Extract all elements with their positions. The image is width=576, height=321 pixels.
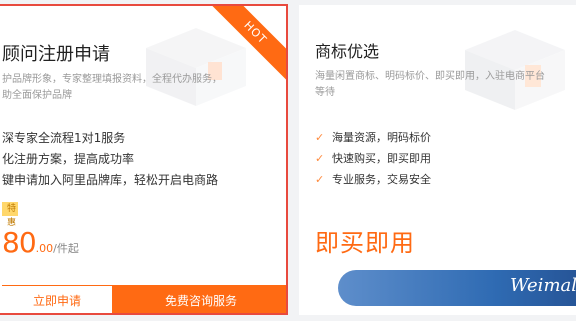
price-decimal: .00: [35, 242, 54, 255]
check-icon: ✓: [315, 152, 325, 165]
feature-item: ✓ 海量资源，明码标价: [315, 127, 431, 148]
card-description: 海量闲置商标、明码标价、即买即用，入驻电商平台 等待: [315, 69, 576, 101]
card-headline: 即买即用: [315, 229, 415, 257]
card-description: 护品牌形象，专家整理填报资料，全程代办服务， 助全面保护品牌: [2, 72, 242, 104]
feature-item: ✓ 快速购买，即买即用: [315, 148, 431, 169]
feature-item: 键申请加入阿里品牌库，轻松开启电商路: [2, 173, 219, 187]
description-line: 海量闲置商标、明码标价、即买即用，入驻电商平台: [315, 71, 545, 82]
price: 80.00/件起: [2, 226, 79, 259]
watermark-text: Weimal: [510, 275, 576, 296]
trademark-selection-card[interactable]: 商标优选 海量闲置商标、明码标价、即买即用，入驻电商平台 等待 ✓ 海量资源，明…: [299, 5, 576, 315]
feature-text: 快速购买，即买即用: [332, 152, 431, 165]
feature-item: ✓ 专业服务，交易安全: [315, 169, 431, 190]
feature-list: ✓ 海量资源，明码标价 ✓ 快速购买，即买即用 ✓ 专业服务，交易安全: [315, 127, 431, 190]
description-line: 助全面保护品牌: [2, 90, 72, 101]
feature-text: 海量资源，明码标价: [332, 131, 431, 144]
description-line: 等待: [315, 87, 335, 98]
check-icon: ✓: [315, 173, 325, 186]
feature-text: 专业服务，交易安全: [332, 173, 431, 186]
card-title: 商标优选: [315, 42, 380, 61]
card-title: 顾问注册申请: [2, 44, 110, 65]
promo-badge: 特惠: [2, 202, 18, 228]
free-consult-button[interactable]: 免费咨询服务: [112, 285, 286, 313]
watermark-banner: Weimal: [338, 270, 576, 306]
service-cards-panel: HOT 顾问注册申请 护品牌形象，专家整理填报资料，全程代办服务， 助全面保护品…: [0, 0, 576, 321]
feature-item: 深专家全流程1对1服务: [2, 131, 126, 145]
trademark-consultant-card[interactable]: HOT 顾问注册申请 护品牌形象，专家整理填报资料，全程代办服务， 助全面保护品…: [0, 4, 288, 315]
check-icon: ✓: [315, 131, 325, 144]
apply-now-button[interactable]: 立即申请: [2, 285, 112, 313]
description-line: 护品牌形象，专家整理填报资料，全程代办服务，: [2, 74, 222, 85]
price-unit: /件起: [53, 242, 79, 255]
feature-item: 化注册方案，提高成功率: [2, 152, 135, 166]
price-main: 80: [2, 226, 37, 259]
feature-list: 深专家全流程1对1服务 化注册方案，提高成功率 键申请加入阿里品牌库，轻松开启电…: [2, 128, 218, 191]
